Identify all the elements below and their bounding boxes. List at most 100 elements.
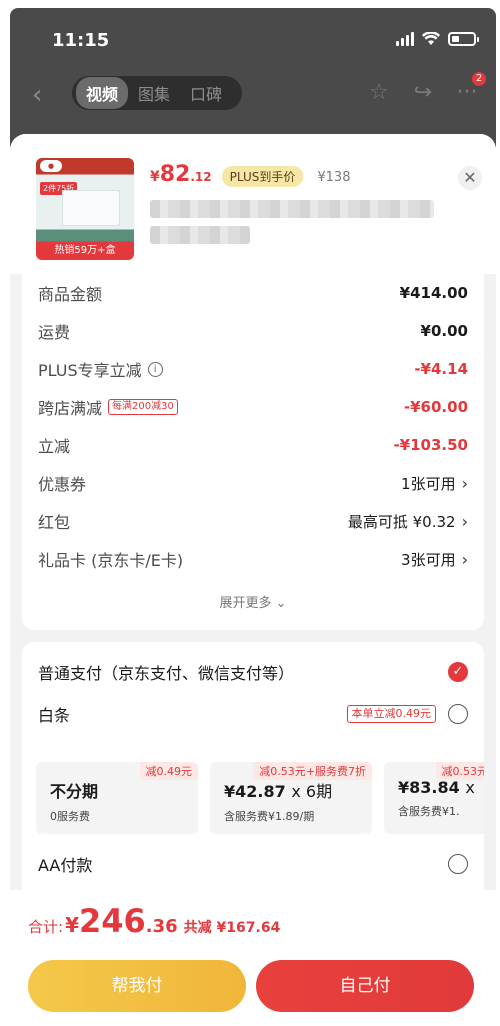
cost-label: 跨店满减 <box>38 399 103 418</box>
cost-value: 最高可抵 ¥0.32 <box>347 512 456 531</box>
media-tabs: 视频 图集 口碑 <box>72 76 242 110</box>
tab-video[interactable]: 视频 <box>76 77 129 109</box>
checkout-footer: 合计: ¥ 246 .36 共减 ¥167.64 帮我付 自己付 <box>10 890 496 1026</box>
pay-option-label: 白条 <box>38 706 71 725</box>
cost-label-wrap: 跨店满减 每满200减30 <box>38 395 178 419</box>
brand-logo-icon: ● <box>40 160 62 172</box>
installment-sub: 含服务费¥1. <box>398 805 460 818</box>
cost-value: -¥103.50 <box>393 436 468 454</box>
product-box-icon <box>62 190 120 226</box>
cost-row-gift-card[interactable]: 礼品卡 (京东卡/E卡) 3张可用 › <box>38 540 468 578</box>
installment-sub: 0服务费 <box>50 810 90 823</box>
expand-more-label: 展开更多 <box>219 596 272 611</box>
installment-count: x <box>465 778 475 797</box>
baitiao-promo-tag: 本单立减0.49元 <box>346 705 436 723</box>
cost-value: 1张可用 <box>401 474 456 493</box>
cost-value: ¥414.00 <box>399 284 468 302</box>
help-me-pay-button[interactable]: 帮我付 <box>28 960 246 1012</box>
plus-price-pill: PLUS到手价 <box>221 166 304 187</box>
product-image: ● 2件75折 热销59万+盒 <box>36 158 134 260</box>
cost-row-plus-discount: PLUS专享立减 i -¥4.14 <box>38 350 468 388</box>
total-dec: .36 <box>145 916 178 937</box>
installment-amount: ¥42.87 <box>224 782 286 801</box>
info-icon[interactable]: i <box>147 361 163 377</box>
status-icons <box>396 32 479 46</box>
pay-option-general[interactable]: 普通支付（京东支付、微信支付等） ✓ <box>38 654 468 690</box>
installment-tag: 减0.53元 <box>435 762 484 780</box>
close-button[interactable]: ✕ <box>458 166 482 190</box>
installment-tag: 减0.53元+服务费7折 <box>253 762 372 780</box>
price-row: ¥82.12 PLUS到手价 ¥138 <box>150 162 350 187</box>
cost-label: 礼品卡 (京东卡/E卡) <box>38 551 184 570</box>
chevron-right-icon: › <box>461 549 468 569</box>
price-symbol: ¥ <box>150 169 160 185</box>
installment-options: 减0.49元 不分期 0服务费 减0.53元+服务费7折 ¥42.87 x 6期… <box>36 762 484 834</box>
more-icon[interactable]: ··· 2 <box>454 72 486 106</box>
cost-label: 红包 <box>38 513 71 532</box>
share-icon[interactable]: ↪ <box>410 80 436 106</box>
cost-value: -¥4.14 <box>414 360 468 378</box>
chevron-right-icon: › <box>461 473 468 493</box>
cost-value: 3张可用 <box>401 550 456 569</box>
installment-main: ¥83.84 x <box>398 778 480 797</box>
cost-row-shipping: 运费 ¥0.00 <box>38 312 468 350</box>
cost-row-red-packet[interactable]: 红包 最高可抵 ¥0.32 › <box>38 502 468 540</box>
payment-methods: 普通支付（京东支付、微信支付等） ✓ 白条 本单立减0.49元 减0.49元 不… <box>22 642 484 902</box>
cost-row-cross-store: 跨店满减 每满200减30 -¥60.00 <box>38 388 468 426</box>
total-label: 合计: <box>28 918 64 936</box>
radio-icon[interactable] <box>448 704 468 724</box>
cost-label: PLUS专享立减 <box>38 361 142 380</box>
radio-icon[interactable] <box>448 854 468 874</box>
price-int: 82 <box>159 162 191 187</box>
installment-option-none[interactable]: 减0.49元 不分期 0服务费 <box>36 762 198 834</box>
cost-row-instant-discount: 立减 -¥103.50 <box>38 426 468 464</box>
installment-tag: 减0.49元 <box>139 762 198 780</box>
price-dec: .12 <box>190 170 212 184</box>
cost-label: 商品金额 <box>38 285 103 304</box>
pay-myself-button[interactable]: 自己付 <box>256 960 474 1012</box>
total-row: 合计: ¥ 246 .36 共减 ¥167.64 <box>28 902 280 940</box>
total-symbol: ¥ <box>65 913 79 937</box>
status-bar: 11:15 <box>10 8 496 68</box>
pay-option-label: 普通支付（京东支付、微信支付等） <box>38 664 295 683</box>
product-hot-label: 热销59万+盒 <box>54 245 116 256</box>
cost-value: ¥0.00 <box>420 322 468 340</box>
promo-rule-tag: 每满200减30 <box>108 399 178 415</box>
cost-row-coupon[interactable]: 优惠券 1张可用 › <box>38 464 468 502</box>
battery-icon <box>448 32 479 46</box>
star-icon[interactable]: ☆ <box>366 80 392 106</box>
pay-option-baitiao[interactable]: 白条 本单立减0.49元 <box>38 696 468 732</box>
pay-option-aa[interactable]: AA付款 <box>38 846 468 882</box>
cost-breakdown: 商品金额 ¥414.00 运费 ¥0.00 PLUS专享立减 i -¥4.14 跨… <box>22 274 484 630</box>
expand-more-button[interactable]: 展开更多 ⌄ <box>22 592 484 611</box>
chevron-right-icon: › <box>461 511 468 531</box>
blurred-product-spec <box>150 226 250 244</box>
installment-count: x 6期 <box>291 782 333 801</box>
cost-value-wrap: 最高可抵 ¥0.32 › <box>348 511 468 532</box>
cost-label: 优惠券 <box>38 475 87 494</box>
nav-bar: ‹ 视频 图集 口碑 ☆ ↪ ··· 2 <box>10 72 496 118</box>
radio-selected-icon[interactable]: ✓ <box>448 662 468 682</box>
plus-price: ¥82.12 <box>150 162 212 187</box>
installment-main: ¥42.87 x 6期 <box>224 778 358 802</box>
cost-label-wrap: PLUS专享立减 i <box>38 357 163 381</box>
cost-value: -¥60.00 <box>403 398 468 416</box>
cellular-signal-icon <box>396 32 414 46</box>
cost-row-subtotal: 商品金额 ¥414.00 <box>38 274 468 312</box>
total-int: 246 <box>78 902 146 940</box>
installment-option-6[interactable]: 减0.53元+服务费7折 ¥42.87 x 6期 含服务费¥1.89/期 <box>210 762 372 834</box>
status-time: 11:15 <box>52 30 110 51</box>
original-price: ¥138 <box>317 170 351 185</box>
installment-option-3[interactable]: 减0.53元 ¥83.84 x 含服务费¥1. <box>384 762 484 834</box>
product-summary: ● 2件75折 热销59万+盒 ¥82.12 PLUS到手价 ¥138 ✕ <box>10 134 496 274</box>
back-icon[interactable]: ‹ <box>32 82 52 108</box>
tab-reviews[interactable]: 口碑 <box>180 77 232 109</box>
cost-label: 运费 <box>38 323 71 342</box>
cost-label: 立减 <box>38 437 71 456</box>
installment-main: 不分期 <box>50 782 99 801</box>
notification-badge: 2 <box>472 72 486 86</box>
chevron-down-icon: ⌄ <box>275 596 287 611</box>
nav-actions: ☆ ↪ ··· 2 <box>366 72 486 106</box>
cost-value-wrap: 1张可用 › <box>401 473 468 494</box>
tab-gallery[interactable]: 图集 <box>128 77 180 109</box>
